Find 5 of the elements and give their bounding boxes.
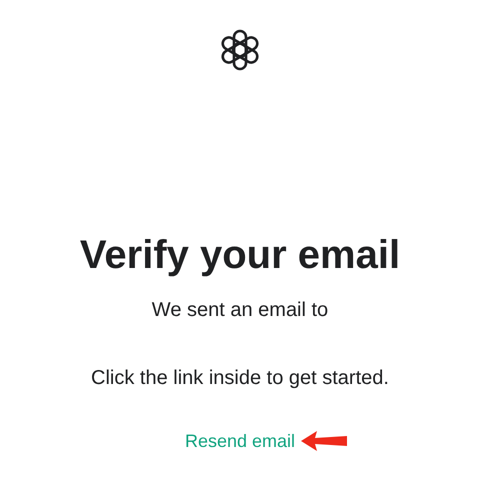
- sent-message: We sent an email to: [152, 298, 328, 322]
- instruction-text: Click the link inside to get started.: [91, 366, 389, 390]
- page-heading: Verify your email: [80, 232, 400, 279]
- resend-email-link[interactable]: Resend email: [184, 430, 296, 452]
- arrow-icon: [301, 430, 348, 452]
